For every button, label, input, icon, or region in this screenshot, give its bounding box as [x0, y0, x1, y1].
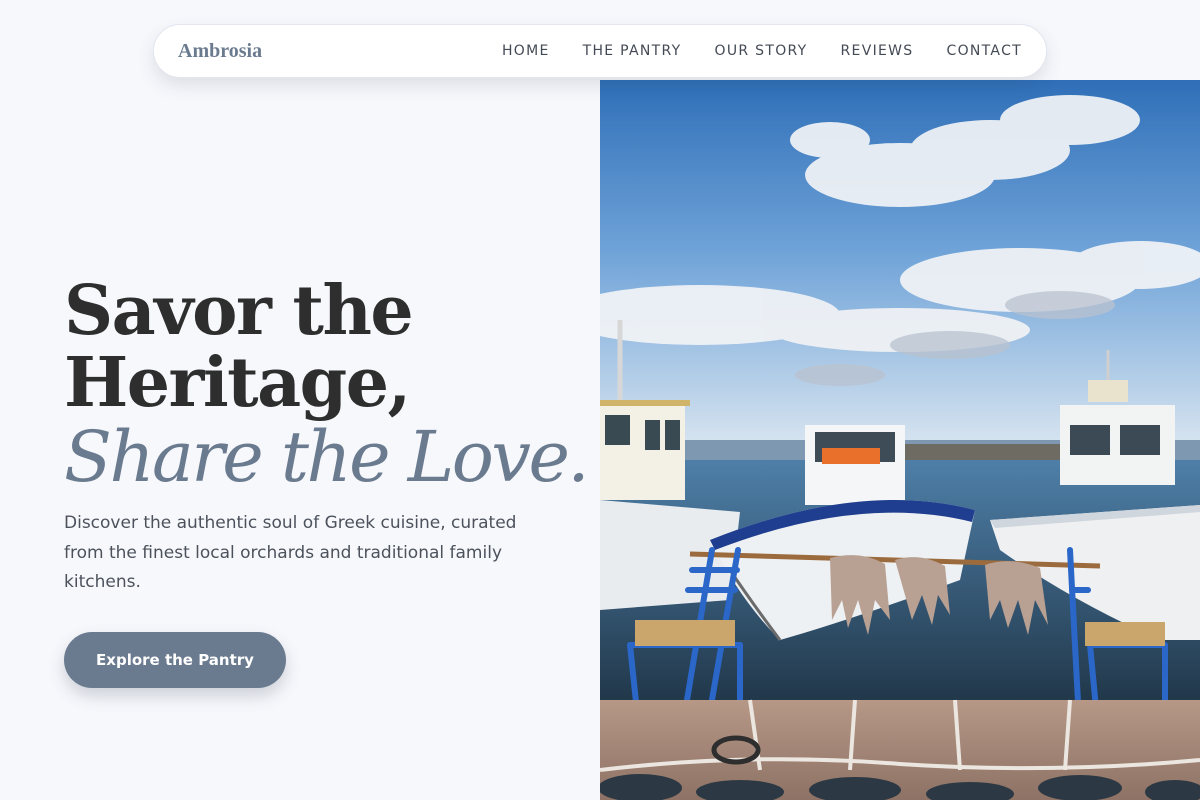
nav-link-the-pantry[interactable]: THE PANTRY [583, 43, 682, 59]
nav-link-home[interactable]: HOME [502, 43, 550, 59]
hero-text: Savor the Heritage, Share the Love. Disc… [64, 271, 590, 598]
nav-link-reviews[interactable]: REVIEWS [841, 43, 914, 59]
hero-subtitle: Discover the authentic soul of Greek cui… [64, 513, 517, 592]
nav-links: HOME THE PANTRY OUR STORY REVIEWS CONTAC… [502, 43, 1022, 59]
nav-link-our-story[interactable]: OUR STORY [715, 43, 808, 59]
nav-link-contact[interactable]: CONTACT [947, 43, 1023, 59]
hero-title-line1: Savor the [64, 271, 414, 351]
explore-pantry-button[interactable]: Explore the Pantry [64, 632, 286, 688]
brand-logo[interactable]: Ambrosia [178, 40, 262, 63]
hero-harbor-image [600, 80, 1200, 800]
hero-title-italic: Share the Love. [64, 416, 590, 498]
top-navbar: Ambrosia HOME THE PANTRY OUR STORY REVIE… [153, 24, 1047, 78]
hero-title-line2: Heritage, [64, 343, 411, 423]
